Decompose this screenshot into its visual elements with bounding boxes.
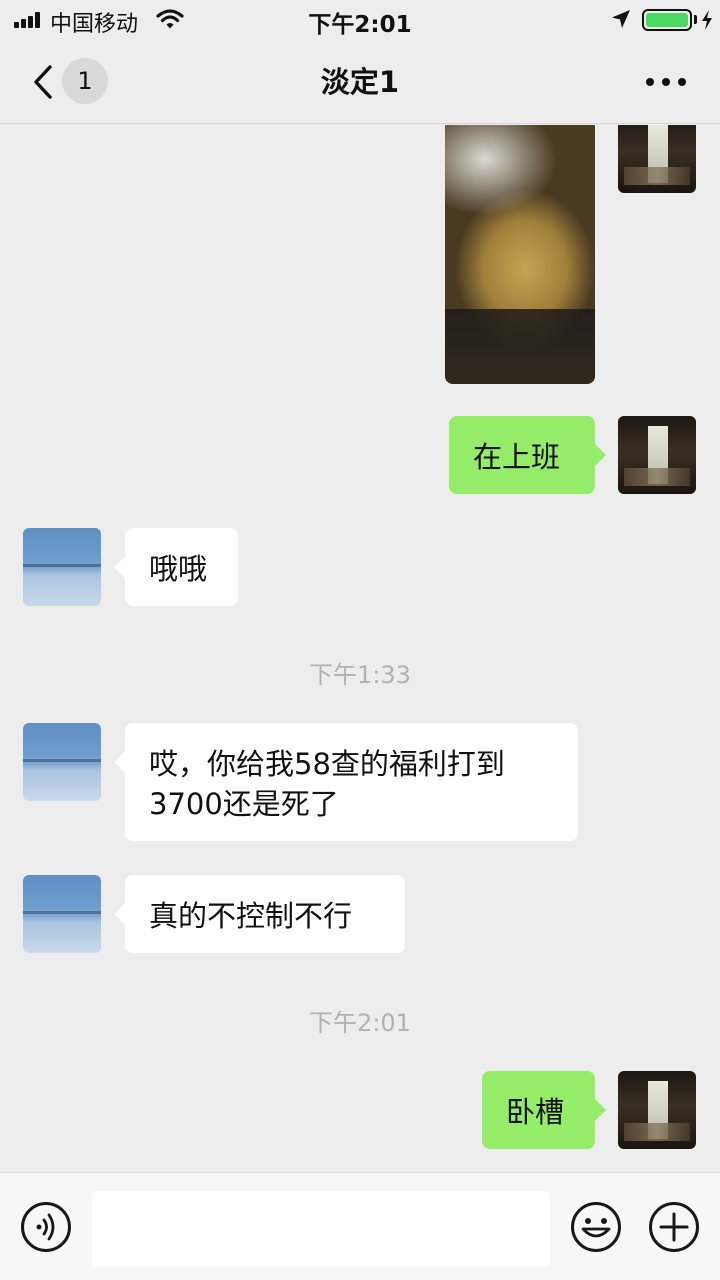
message-text: 卧槽 [506, 1095, 565, 1129]
timestamp: 下午2:01 [309, 1009, 411, 1037]
my-avatar[interactable] [618, 416, 696, 494]
bubble-tail [114, 751, 125, 773]
voice-icon[interactable] [20, 1201, 72, 1253]
message-text-line: 3700还是死了 [149, 787, 339, 821]
contact-avatar[interactable] [23, 875, 101, 953]
chat-message-list[interactable]: 在上班 哦哦 下午1:33 哎，你给我58查的福利打到 3700还是死了 真的不… [0, 125, 720, 1172]
contact-avatar[interactable] [23, 723, 101, 801]
message-bubble-me[interactable]: 在上班 [449, 416, 595, 494]
my-avatar[interactable] [618, 1071, 696, 1149]
nav-bar: 1 淡定1 [0, 40, 720, 124]
image-message-photo[interactable] [445, 125, 595, 384]
battery-icon [642, 9, 692, 31]
message-text: 哦哦 [149, 552, 208, 586]
message-text: 在上班 [473, 440, 561, 474]
bubble-tail [595, 1099, 606, 1121]
message-input[interactable] [92, 1191, 550, 1267]
message-text: 真的不控制不行 [149, 899, 353, 933]
plus-icon[interactable] [648, 1201, 700, 1253]
contact-avatar[interactable] [23, 528, 101, 606]
message-text-line: 哎，你给我58查的福利打到 [149, 747, 505, 781]
unread-badge: 1 [62, 58, 108, 104]
bubble-tail [114, 556, 125, 578]
bubble-tail [114, 903, 125, 925]
battery-tip [694, 15, 697, 24]
emoji-icon[interactable] [570, 1201, 622, 1253]
back-button[interactable]: 1 [22, 58, 122, 106]
input-bar [0, 1172, 720, 1280]
my-avatar[interactable] [618, 125, 696, 193]
more-dots-icon [646, 78, 654, 86]
chevron-left-icon [34, 65, 52, 99]
message-bubble-other[interactable]: 哎，你给我58查的福利打到 3700还是死了 [125, 723, 578, 841]
message-bubble-other[interactable]: 哦哦 [125, 528, 238, 606]
message-bubble-other[interactable]: 真的不控制不行 [125, 875, 405, 953]
status-bar: 中国移动 下午2:01 [0, 0, 720, 40]
message-bubble-me[interactable]: 卧槽 [482, 1071, 595, 1149]
location-arrow-icon [612, 10, 630, 28]
more-button[interactable] [640, 66, 692, 98]
charging-bolt-icon [702, 10, 712, 30]
timestamp: 下午1:33 [309, 661, 411, 689]
bubble-tail [595, 444, 606, 466]
